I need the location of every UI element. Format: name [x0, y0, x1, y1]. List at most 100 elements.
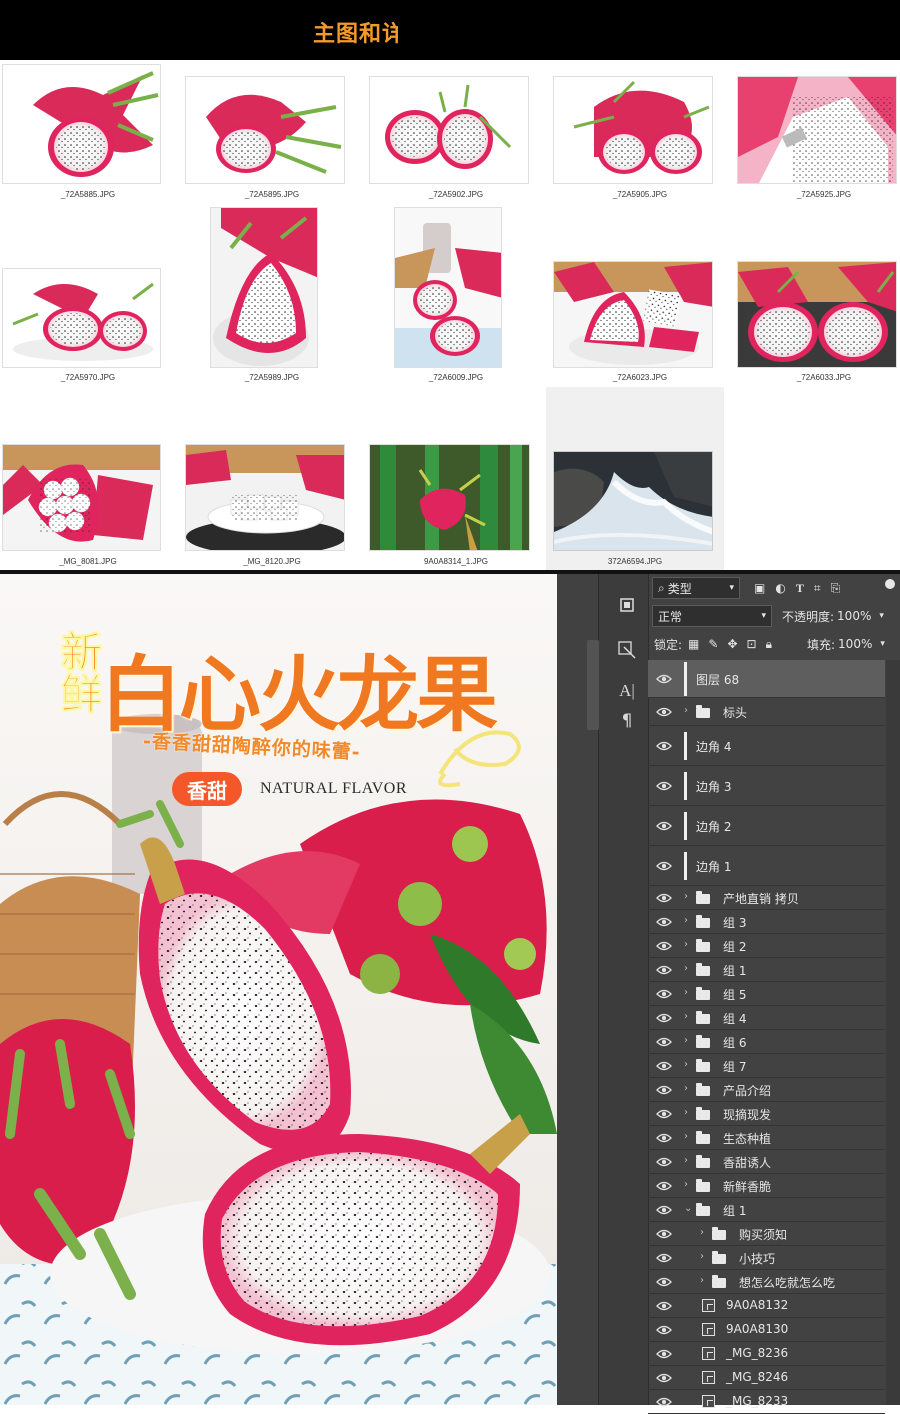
layer-row[interactable]: › 产地直销 拷贝	[648, 886, 885, 910]
file-item-selected[interactable]: 372A6594.JPG	[546, 387, 724, 570]
layer-row[interactable]: 图层 68	[648, 660, 885, 698]
chevron-right-icon[interactable]: ›	[684, 1107, 688, 1118]
blend-mode-dropdown[interactable]: 正常 ▾	[652, 605, 772, 627]
visibility-eye-icon[interactable]	[656, 1133, 672, 1143]
file-item[interactable]: _72A6009.JPG	[368, 205, 544, 385]
visibility-eye-icon[interactable]	[656, 1037, 672, 1047]
visibility-eye-icon[interactable]	[656, 989, 672, 999]
layer-row[interactable]: › 组 7	[648, 1054, 885, 1078]
layer-row[interactable]: › 组 3	[648, 910, 885, 934]
layer-row[interactable]: 9A0A8130	[648, 1318, 885, 1342]
filter-toggle[interactable]	[885, 579, 895, 589]
lock-all-icon[interactable]: 🔒︎	[766, 637, 772, 652]
chevron-right-icon[interactable]: ›	[684, 915, 688, 926]
visibility-eye-icon[interactable]	[656, 1181, 672, 1191]
chevron-down-icon[interactable]: ▾	[879, 611, 884, 621]
visibility-eye-icon[interactable]	[656, 707, 672, 717]
chevron-right-icon[interactable]: ›	[684, 705, 688, 716]
layer-row[interactable]: ⌄ 组 1	[648, 1198, 885, 1222]
chevron-down-icon[interactable]: ▾	[880, 639, 885, 649]
visibility-eye-icon[interactable]	[656, 1253, 672, 1263]
visibility-eye-icon[interactable]	[656, 1373, 672, 1383]
visibility-eye-icon[interactable]	[656, 821, 672, 831]
file-item[interactable]: _72A5885.JPG	[0, 60, 176, 200]
lock-position-icon[interactable]: ✥	[727, 637, 737, 651]
visibility-eye-icon[interactable]	[656, 965, 672, 975]
chevron-right-icon[interactable]: ›	[700, 1275, 704, 1286]
visibility-eye-icon[interactable]	[656, 1085, 672, 1095]
visibility-eye-icon[interactable]	[656, 1301, 672, 1311]
layer-row[interactable]: › 想怎么吃就怎么吃	[648, 1270, 885, 1294]
visibility-eye-icon[interactable]	[656, 917, 672, 927]
layer-row[interactable]: › 香甜诱人	[648, 1150, 885, 1174]
visibility-eye-icon[interactable]	[656, 1205, 672, 1215]
layer-row[interactable]: 边角 2	[648, 806, 885, 846]
layer-row[interactable]: _MG_8246	[648, 1366, 885, 1390]
file-item[interactable]: _72A5895.JPG	[184, 60, 360, 200]
layer-filter-dropdown[interactable]: ⌕ 类型 ▾	[652, 577, 740, 599]
layer-row[interactable]: › 小技巧	[648, 1246, 885, 1270]
adjustment-filter-icon[interactable]: ◐	[775, 581, 785, 595]
shape-filter-icon[interactable]: ⌗	[814, 581, 821, 596]
layer-row[interactable]: › 购买须知	[648, 1222, 885, 1246]
visibility-eye-icon[interactable]	[656, 1013, 672, 1023]
visibility-eye-icon[interactable]	[656, 741, 672, 751]
layer-row[interactable]: 边角 1	[648, 846, 885, 886]
cube-icon[interactable]	[609, 590, 645, 620]
visibility-eye-icon[interactable]	[656, 893, 672, 903]
file-item[interactable]: _72A6023.JPG	[552, 205, 728, 385]
visibility-eye-icon[interactable]	[656, 1109, 672, 1119]
layer-row[interactable]: › 组 6	[648, 1030, 885, 1054]
file-item[interactable]: _72A5902.JPG	[368, 60, 544, 200]
opacity-input[interactable]: 100%	[837, 609, 871, 623]
chevron-right-icon[interactable]: ›	[684, 987, 688, 998]
layer-row[interactable]: 边角 3	[648, 766, 885, 806]
visibility-eye-icon[interactable]	[656, 674, 672, 684]
visibility-eye-icon[interactable]	[656, 1349, 672, 1359]
chevron-down-icon[interactable]: ⌄	[684, 1203, 692, 1214]
chevron-right-icon[interactable]: ›	[684, 1155, 688, 1166]
chevron-right-icon[interactable]: ›	[684, 1035, 688, 1046]
file-item[interactable]: _72A5970.JPG	[0, 205, 176, 385]
image-filter-icon[interactable]: ▣	[754, 581, 765, 595]
visibility-eye-icon[interactable]	[656, 1277, 672, 1287]
file-item[interactable]: _MG_8081.JPG	[0, 387, 176, 570]
visibility-eye-icon[interactable]	[656, 1061, 672, 1071]
visibility-eye-icon[interactable]	[656, 1397, 672, 1407]
visibility-eye-icon[interactable]	[656, 781, 672, 791]
chevron-right-icon[interactable]: ›	[684, 963, 688, 974]
chevron-right-icon[interactable]: ›	[684, 1131, 688, 1142]
paragraph-icon[interactable]: ¶	[609, 706, 645, 736]
chevron-right-icon[interactable]: ›	[684, 1179, 688, 1190]
file-item[interactable]: _72A5905.JPG	[552, 60, 728, 200]
layer-row[interactable]: › 组 5	[648, 982, 885, 1006]
chevron-right-icon[interactable]: ›	[700, 1251, 704, 1262]
visibility-eye-icon[interactable]	[656, 1325, 672, 1335]
file-item[interactable]: _72A6033.JPG	[736, 205, 900, 385]
layer-row[interactable]: _MG_8236	[648, 1342, 885, 1366]
layer-row[interactable]: › 产品介绍	[648, 1078, 885, 1102]
lock-artboard-icon[interactable]: ⊡	[747, 637, 757, 651]
layer-row[interactable]: › 生态种植	[648, 1126, 885, 1150]
chevron-right-icon[interactable]: ›	[684, 891, 688, 902]
layer-row[interactable]: › 组 2	[648, 934, 885, 958]
brush-settings-icon[interactable]	[609, 635, 645, 665]
layer-row[interactable]: 9A0A8132	[648, 1294, 885, 1318]
layer-row[interactable]: › 现摘现发	[648, 1102, 885, 1126]
visibility-eye-icon[interactable]	[656, 1229, 672, 1239]
chevron-right-icon[interactable]: ›	[684, 939, 688, 950]
layer-row[interactable]: › 组 1	[648, 958, 885, 982]
layer-row[interactable]: 边角 4	[648, 726, 885, 766]
chevron-right-icon[interactable]: ›	[700, 1227, 704, 1238]
file-item[interactable]: 9A0A8314_1.JPG	[368, 387, 544, 570]
chevron-right-icon[interactable]: ›	[684, 1059, 688, 1070]
visibility-eye-icon[interactable]	[656, 1157, 672, 1167]
layer-row[interactable]: › 新鲜香脆	[648, 1174, 885, 1198]
visibility-eye-icon[interactable]	[656, 861, 672, 871]
layer-row[interactable]: › 组 4	[648, 1006, 885, 1030]
lock-pixels-icon[interactable]: ▦	[688, 637, 699, 651]
file-item[interactable]: _MG_8120.JPG	[184, 387, 360, 570]
layer-row[interactable]: _MG_8233	[648, 1390, 885, 1414]
character-icon[interactable]: A|	[609, 676, 645, 706]
type-filter-icon[interactable]: T	[796, 581, 804, 596]
